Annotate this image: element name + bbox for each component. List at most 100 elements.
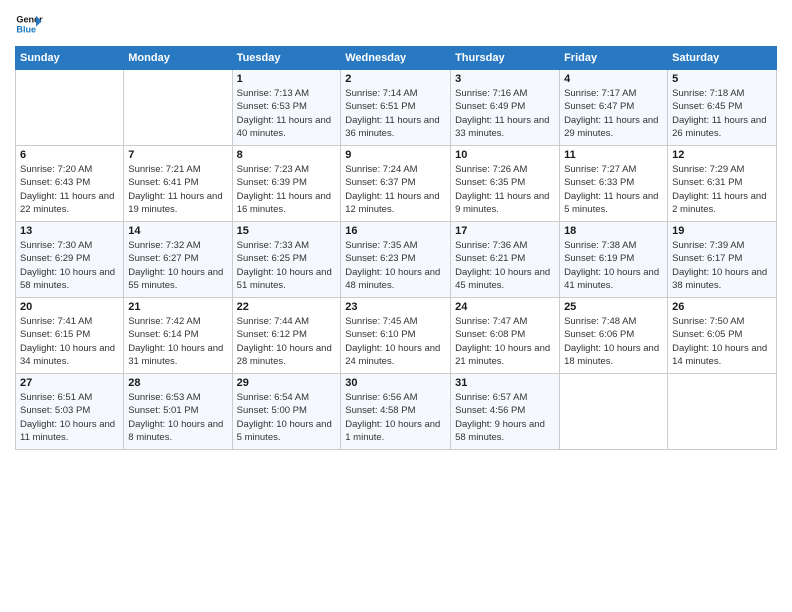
day-info: Sunrise: 7:50 AM Sunset: 6:05 PM Dayligh… bbox=[672, 315, 772, 368]
day-info: Sunrise: 7:32 AM Sunset: 6:27 PM Dayligh… bbox=[128, 239, 227, 292]
day-info: Sunrise: 7:48 AM Sunset: 6:06 PM Dayligh… bbox=[564, 315, 663, 368]
header-saturday: Saturday bbox=[668, 47, 777, 70]
day-info: Sunrise: 6:56 AM Sunset: 4:58 PM Dayligh… bbox=[345, 391, 446, 444]
week-row-1: 1 Sunrise: 7:13 AM Sunset: 6:53 PM Daylig… bbox=[16, 70, 777, 146]
day-number: 28 bbox=[128, 377, 227, 389]
day-number: 27 bbox=[20, 377, 119, 389]
calendar-cell: 9 Sunrise: 7:24 AM Sunset: 6:37 PM Daylig… bbox=[341, 146, 451, 222]
page-header: General Blue bbox=[15, 10, 777, 38]
day-info: Sunrise: 7:24 AM Sunset: 6:37 PM Dayligh… bbox=[345, 163, 446, 216]
day-number: 29 bbox=[237, 377, 337, 389]
calendar-cell: 31 Sunrise: 6:57 AM Sunset: 4:56 PM Dayli… bbox=[451, 374, 560, 450]
calendar-cell: 24Sunrise: 7:47 AM Sunset: 6:08 PM Dayli… bbox=[451, 298, 560, 374]
calendar-cell: 5 Sunrise: 7:18 AM Sunset: 6:45 PM Daylig… bbox=[668, 70, 777, 146]
calendar-cell: 25 Sunrise: 7:48 AM Sunset: 6:06 PM Dayli… bbox=[560, 298, 668, 374]
day-number: 6 bbox=[20, 149, 119, 161]
day-info: Sunrise: 7:13 AM Sunset: 6:53 PM Dayligh… bbox=[237, 87, 337, 140]
day-info: Sunrise: 7:39 AM Sunset: 6:17 PM Dayligh… bbox=[672, 239, 772, 292]
calendar-cell: 14 Sunrise: 7:32 AM Sunset: 6:27 PM Dayli… bbox=[124, 222, 232, 298]
day-info: Sunrise: 7:30 AM Sunset: 6:29 PM Dayligh… bbox=[20, 239, 119, 292]
day-info: Sunrise: 7:36 AM Sunset: 6:21 PM Dayligh… bbox=[455, 239, 555, 292]
day-number: 1 bbox=[237, 73, 337, 85]
day-number: 14 bbox=[128, 225, 227, 237]
day-number: 24 bbox=[455, 301, 555, 313]
calendar-cell: 11 Sunrise: 7:27 AM Sunset: 6:33 PM Dayli… bbox=[560, 146, 668, 222]
calendar-cell: 28 Sunrise: 6:53 AM Sunset: 5:01 PM Dayli… bbox=[124, 374, 232, 450]
week-row-5: 27 Sunrise: 6:51 AM Sunset: 5:03 PM Dayli… bbox=[16, 374, 777, 450]
day-number: 22 bbox=[237, 301, 337, 313]
day-number: 7 bbox=[128, 149, 227, 161]
day-info: Sunrise: 6:57 AM Sunset: 4:56 PM Dayligh… bbox=[455, 391, 555, 444]
day-number: 12 bbox=[672, 149, 772, 161]
calendar-cell: 18Sunrise: 7:38 AM Sunset: 6:19 PM Dayli… bbox=[560, 222, 668, 298]
day-info: Sunrise: 7:33 AM Sunset: 6:25 PM Dayligh… bbox=[237, 239, 337, 292]
day-info: Sunrise: 7:41 AM Sunset: 6:15 PM Dayligh… bbox=[20, 315, 119, 368]
day-info: Sunrise: 7:26 AM Sunset: 6:35 PM Dayligh… bbox=[455, 163, 555, 216]
calendar-cell: 12 Sunrise: 7:29 AM Sunset: 6:31 PM Dayli… bbox=[668, 146, 777, 222]
day-number: 5 bbox=[672, 73, 772, 85]
day-info: Sunrise: 6:51 AM Sunset: 5:03 PM Dayligh… bbox=[20, 391, 119, 444]
calendar-cell: 4Sunrise: 7:17 AM Sunset: 6:47 PM Daylig… bbox=[560, 70, 668, 146]
day-info: Sunrise: 7:14 AM Sunset: 6:51 PM Dayligh… bbox=[345, 87, 446, 140]
day-info: Sunrise: 7:17 AM Sunset: 6:47 PM Dayligh… bbox=[564, 87, 663, 140]
calendar-cell bbox=[16, 70, 124, 146]
day-number: 15 bbox=[237, 225, 337, 237]
day-info: Sunrise: 7:29 AM Sunset: 6:31 PM Dayligh… bbox=[672, 163, 772, 216]
day-number: 13 bbox=[20, 225, 119, 237]
calendar-cell: 10 Sunrise: 7:26 AM Sunset: 6:35 PM Dayli… bbox=[451, 146, 560, 222]
calendar-table: SundayMondayTuesdayWednesdayThursdayFrid… bbox=[15, 46, 777, 450]
week-row-2: 6 Sunrise: 7:20 AM Sunset: 6:43 PM Daylig… bbox=[16, 146, 777, 222]
calendar-cell: 29Sunrise: 6:54 AM Sunset: 5:00 PM Dayli… bbox=[232, 374, 341, 450]
day-number: 30 bbox=[345, 377, 446, 389]
header-friday: Friday bbox=[560, 47, 668, 70]
day-info: Sunrise: 7:27 AM Sunset: 6:33 PM Dayligh… bbox=[564, 163, 663, 216]
day-number: 11 bbox=[564, 149, 663, 161]
header-monday: Monday bbox=[124, 47, 232, 70]
week-row-4: 20 Sunrise: 7:41 AM Sunset: 6:15 PM Dayli… bbox=[16, 298, 777, 374]
calendar-cell: 7Sunrise: 7:21 AM Sunset: 6:41 PM Daylig… bbox=[124, 146, 232, 222]
day-number: 23 bbox=[345, 301, 446, 313]
calendar-cell bbox=[560, 374, 668, 450]
day-number: 31 bbox=[455, 377, 555, 389]
day-info: Sunrise: 7:23 AM Sunset: 6:39 PM Dayligh… bbox=[237, 163, 337, 216]
calendar-header-row: SundayMondayTuesdayWednesdayThursdayFrid… bbox=[16, 47, 777, 70]
day-number: 17 bbox=[455, 225, 555, 237]
day-number: 21 bbox=[128, 301, 227, 313]
calendar-cell: 1 Sunrise: 7:13 AM Sunset: 6:53 PM Daylig… bbox=[232, 70, 341, 146]
calendar-cell: 13 Sunrise: 7:30 AM Sunset: 6:29 PM Dayli… bbox=[16, 222, 124, 298]
calendar-cell: 17 Sunrise: 7:36 AM Sunset: 6:21 PM Dayli… bbox=[451, 222, 560, 298]
day-info: Sunrise: 7:35 AM Sunset: 6:23 PM Dayligh… bbox=[345, 239, 446, 292]
day-number: 10 bbox=[455, 149, 555, 161]
header-thursday: Thursday bbox=[451, 47, 560, 70]
day-number: 3 bbox=[455, 73, 555, 85]
day-info: Sunrise: 7:20 AM Sunset: 6:43 PM Dayligh… bbox=[20, 163, 119, 216]
calendar-cell: 2 Sunrise: 7:14 AM Sunset: 6:51 PM Daylig… bbox=[341, 70, 451, 146]
logo-icon: General Blue bbox=[15, 10, 43, 38]
calendar-cell: 16 Sunrise: 7:35 AM Sunset: 6:23 PM Dayli… bbox=[341, 222, 451, 298]
day-number: 25 bbox=[564, 301, 663, 313]
calendar-cell: 19 Sunrise: 7:39 AM Sunset: 6:17 PM Dayli… bbox=[668, 222, 777, 298]
header-wednesday: Wednesday bbox=[341, 47, 451, 70]
day-number: 20 bbox=[20, 301, 119, 313]
day-info: Sunrise: 7:42 AM Sunset: 6:14 PM Dayligh… bbox=[128, 315, 227, 368]
calendar-cell: 23Sunrise: 7:45 AM Sunset: 6:10 PM Dayli… bbox=[341, 298, 451, 374]
calendar-cell: 22 Sunrise: 7:44 AM Sunset: 6:12 PM Dayli… bbox=[232, 298, 341, 374]
day-info: Sunrise: 7:18 AM Sunset: 6:45 PM Dayligh… bbox=[672, 87, 772, 140]
day-info: Sunrise: 6:53 AM Sunset: 5:01 PM Dayligh… bbox=[128, 391, 227, 444]
calendar-cell: 30 Sunrise: 6:56 AM Sunset: 4:58 PM Dayli… bbox=[341, 374, 451, 450]
logo: General Blue bbox=[15, 10, 43, 38]
day-number: 9 bbox=[345, 149, 446, 161]
calendar-cell bbox=[124, 70, 232, 146]
day-number: 2 bbox=[345, 73, 446, 85]
day-number: 19 bbox=[672, 225, 772, 237]
calendar-cell: 8Sunrise: 7:23 AM Sunset: 6:39 PM Daylig… bbox=[232, 146, 341, 222]
calendar-cell bbox=[668, 374, 777, 450]
calendar-cell: 3 Sunrise: 7:16 AM Sunset: 6:49 PM Daylig… bbox=[451, 70, 560, 146]
day-number: 18 bbox=[564, 225, 663, 237]
day-number: 16 bbox=[345, 225, 446, 237]
day-info: Sunrise: 7:44 AM Sunset: 6:12 PM Dayligh… bbox=[237, 315, 337, 368]
calendar-cell: 6 Sunrise: 7:20 AM Sunset: 6:43 PM Daylig… bbox=[16, 146, 124, 222]
header-sunday: Sunday bbox=[16, 47, 124, 70]
calendar-cell: 21 Sunrise: 7:42 AM Sunset: 6:14 PM Dayli… bbox=[124, 298, 232, 374]
day-info: Sunrise: 7:16 AM Sunset: 6:49 PM Dayligh… bbox=[455, 87, 555, 140]
